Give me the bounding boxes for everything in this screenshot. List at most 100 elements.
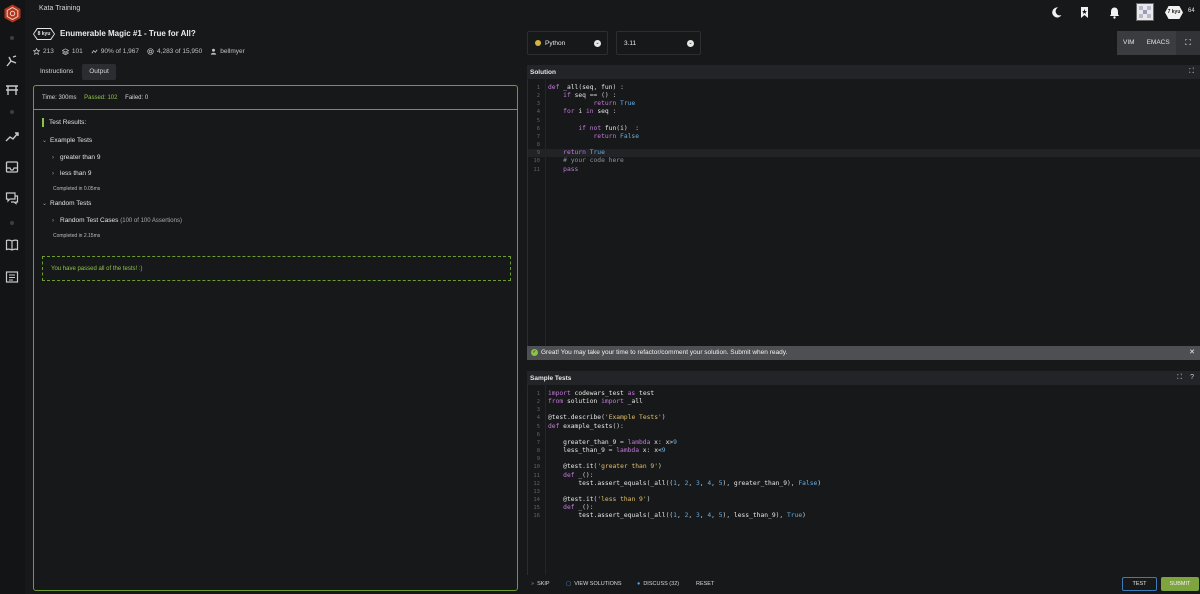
- chevron-down-icon: ⌄: [42, 201, 48, 207]
- code-text: for i in seq :: [563, 108, 617, 116]
- solution-header: Solution ⛶: [527, 65, 1200, 79]
- code-line[interactable]: 7 return False: [528, 133, 1200, 141]
- chevron-right-icon: ›: [52, 155, 54, 161]
- left-rail: [0, 0, 25, 594]
- chevron-down-icon: ⌄: [687, 40, 694, 47]
- tab-output[interactable]: Output: [82, 64, 116, 80]
- code-text: less_than_9 = lambda x: x<9: [563, 447, 666, 455]
- code-text: # your code here: [563, 157, 624, 165]
- code-line[interactable]: 3 return True: [528, 100, 1200, 108]
- random-tests-group[interactable]: ⌄ Random Tests: [42, 200, 91, 207]
- code-line[interactable]: 6 if not fun(i) :: [528, 125, 1200, 133]
- code-line[interactable]: 16 test.assert_equals(_all((1, 2, 3, 4, …: [528, 512, 1200, 520]
- sample-tests-editor[interactable]: 1 import codewars_test as test 2 from solut…: [527, 385, 1200, 575]
- rail-separator: [10, 110, 14, 114]
- submit-button[interactable]: SUBMIT: [1161, 577, 1199, 591]
- code-line[interactable]: 4 for i in seq :: [528, 108, 1200, 116]
- rail-separator: [10, 221, 14, 225]
- test-summary: Time: 300ms Passed: 102 Failed: 0: [34, 86, 517, 110]
- honor-score: 64: [1188, 8, 1195, 14]
- tab-instructions[interactable]: Instructions: [33, 64, 80, 80]
- fullscreen-icon[interactable]: ⛶: [1176, 31, 1200, 55]
- line-number: 15: [533, 505, 540, 512]
- code-line[interactable]: 10 # your code here: [528, 157, 1200, 165]
- code-line[interactable]: 4 @test.describe('Example Tests'): [528, 414, 1200, 422]
- code-line[interactable]: 2 if seq == () :: [528, 92, 1200, 100]
- code-line[interactable]: 1 def _all(seq, fun) :: [528, 84, 1200, 92]
- example-tests-group[interactable]: ⌄ Example Tests: [42, 137, 92, 144]
- example-completed-time: Completed in 0.05ms: [53, 186, 101, 192]
- solutions-icon: ▢: [566, 581, 572, 587]
- code-line[interactable]: 14 @test.it('less than 9'): [528, 496, 1200, 504]
- test-button[interactable]: TEST: [1122, 577, 1157, 591]
- code-text: pass: [563, 165, 579, 173]
- code-line[interactable]: 2 from solution import _all: [528, 398, 1200, 406]
- leaderboard-trend-icon[interactable]: [5, 130, 19, 144]
- user-avatar[interactable]: [1136, 3, 1154, 21]
- help-icon[interactable]: ?: [1190, 374, 1194, 382]
- sample-tests-title: Sample Tests: [530, 375, 572, 382]
- bookmark-icon[interactable]: [1078, 6, 1091, 19]
- dojo-icon[interactable]: [5, 83, 19, 97]
- code-line[interactable]: 10 @test.it('greater than 9'): [528, 463, 1200, 471]
- user-rank-badge: 7 kyu: [1165, 6, 1183, 19]
- collections-stat[interactable]: 101: [61, 48, 83, 55]
- discussion-icon[interactable]: [5, 191, 19, 205]
- practice-icon[interactable]: [5, 54, 19, 68]
- code-text: return True: [563, 149, 605, 157]
- expand-icon[interactable]: ⛶: [1189, 68, 1194, 76]
- code-line[interactable]: 6: [528, 431, 1200, 439]
- view-solutions-button[interactable]: ▢ VIEW SOLUTIONS: [566, 581, 622, 587]
- skip-forward-icon: »: [531, 581, 535, 587]
- assertion-count: (100 of 100 Assertions): [120, 218, 182, 224]
- sample-tests-header: Sample Tests ⛶?: [527, 371, 1200, 385]
- line-number: 6: [536, 431, 540, 438]
- vim-button[interactable]: VIM: [1117, 31, 1141, 55]
- author-stat[interactable]: bellmyer: [210, 48, 245, 55]
- discuss-button[interactable]: ● DISCUSS (32): [637, 581, 679, 587]
- line-number: 1: [536, 85, 540, 91]
- docs-book-icon[interactable]: [5, 238, 19, 252]
- code-line[interactable]: 5: [528, 117, 1200, 125]
- line-number: 9: [536, 150, 540, 157]
- expand-icon[interactable]: ⛶: [1177, 374, 1182, 382]
- code-line[interactable]: 13: [528, 488, 1200, 496]
- kata-title[interactable]: Enumerable Magic #1 - True for All?: [60, 29, 196, 38]
- reset-button[interactable]: RESET: [696, 581, 714, 587]
- line-number: 4: [536, 109, 540, 116]
- dark-mode-moon-icon[interactable]: [1050, 6, 1063, 19]
- code-line[interactable]: 9 return True: [528, 149, 1200, 158]
- code-line[interactable]: 3: [528, 406, 1200, 414]
- rail-separator: [10, 36, 14, 40]
- solution-editor[interactable]: 1 def _all(seq, fun) :2 if seq == () :3 r…: [527, 79, 1200, 346]
- line-number: 5: [536, 423, 540, 430]
- codewars-logo[interactable]: [4, 4, 21, 23]
- news-icon[interactable]: [5, 270, 19, 284]
- code-line[interactable]: 8 less_than_9 = lambda x: x<9: [528, 447, 1200, 455]
- code-text: test.assert_equals(_all((1, 2, 3, 4, 5),…: [578, 512, 806, 520]
- stars-count: 213: [43, 48, 54, 55]
- code-line[interactable]: 11 def _():: [528, 472, 1200, 480]
- random-test-cases-item[interactable]: › Random Test Cases (100 of 100 Assertion…: [52, 217, 182, 224]
- code-line[interactable]: 1 import codewars_test as test: [528, 390, 1200, 398]
- code-line[interactable]: 15 def _():: [528, 504, 1200, 512]
- version-select[interactable]: 3.11 ⌄: [616, 31, 701, 55]
- language-select[interactable]: Python ⌄: [527, 31, 608, 55]
- code-line[interactable]: 5 def example_tests():: [528, 423, 1200, 431]
- stars-stat[interactable]: 213: [33, 48, 54, 55]
- code-line[interactable]: 7 greater_than_9 = lambda x: x>9: [528, 439, 1200, 447]
- emacs-button[interactable]: EMACS: [1141, 31, 1176, 55]
- skip-button[interactable]: » SKIP: [531, 581, 550, 587]
- inbox-icon[interactable]: [5, 160, 19, 174]
- code-line[interactable]: 8: [528, 141, 1200, 149]
- test-item-less-than-9[interactable]: › less than 9: [52, 170, 91, 177]
- code-line[interactable]: 11 pass: [528, 166, 1200, 174]
- test-item-greater-than-9[interactable]: › greater than 9: [52, 154, 100, 161]
- chevron-down-icon: ⌄: [42, 138, 48, 144]
- code-line[interactable]: 9: [528, 455, 1200, 463]
- notifications-bell-icon[interactable]: [1108, 6, 1121, 19]
- close-icon[interactable]: ✕: [1189, 348, 1195, 356]
- completions-stat: 4,283 of 15,950: [147, 48, 202, 55]
- line-number: 3: [536, 101, 540, 108]
- code-line[interactable]: 12 test.assert_equals(_all((1, 2, 3, 4, …: [528, 480, 1200, 488]
